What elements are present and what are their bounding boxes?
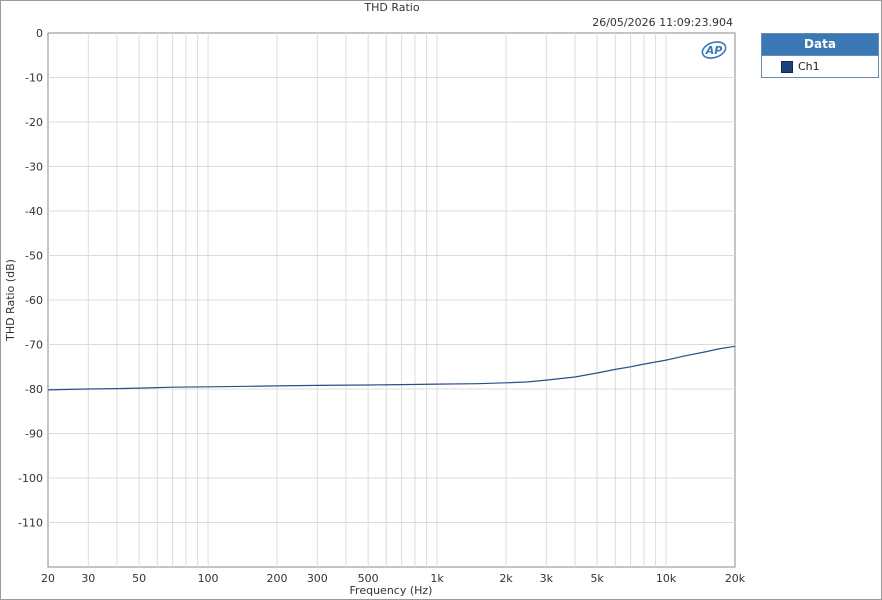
x-tick-label: 300 bbox=[307, 572, 328, 585]
legend-swatch bbox=[781, 60, 793, 73]
chart-svg: THD Ratio 26/05/2026 11:09:23.904 20 30 50… bbox=[4, 1, 746, 597]
y-tick-label: -70 bbox=[25, 339, 43, 352]
y-tick-label: -90 bbox=[25, 428, 43, 441]
y-tick-label: -50 bbox=[25, 250, 43, 263]
x-tick-label: 10k bbox=[656, 572, 677, 585]
y-tick-label: -110 bbox=[18, 517, 43, 530]
x-tick-label: 100 bbox=[198, 572, 219, 585]
legend-item-ch1[interactable]: Ch1 bbox=[762, 55, 878, 77]
y-tick-label: -30 bbox=[25, 161, 43, 174]
ap-logo-icon: AP bbox=[701, 41, 727, 59]
svg-text:AP: AP bbox=[705, 44, 723, 57]
x-tick-label: 200 bbox=[267, 572, 288, 585]
y-tick-label: -80 bbox=[25, 383, 43, 396]
y-tick-label: -100 bbox=[18, 472, 43, 485]
y-axis-label: THD Ratio (dB) bbox=[4, 259, 17, 342]
x-tick-label: 3k bbox=[540, 572, 554, 585]
y-tick-label: -10 bbox=[25, 72, 43, 85]
y-tick-label: -20 bbox=[25, 116, 43, 129]
y-tick-label: 0 bbox=[36, 27, 43, 40]
timestamp: 26/05/2026 11:09:23.904 bbox=[592, 16, 733, 29]
x-axis-label: Frequency (Hz) bbox=[350, 584, 433, 597]
legend-label: Ch1 bbox=[798, 60, 820, 73]
x-tick-label: 2k bbox=[499, 572, 513, 585]
x-tick-label: 30 bbox=[81, 572, 95, 585]
x-tick-label: 20k bbox=[725, 572, 746, 585]
chart-title: THD Ratio bbox=[363, 1, 419, 14]
legend: Data Ch1 bbox=[761, 33, 879, 78]
x-tick-label: 20 bbox=[41, 572, 55, 585]
legend-title: Data bbox=[762, 34, 878, 55]
y-tick-label: -60 bbox=[25, 294, 43, 307]
x-tick-label: 50 bbox=[132, 572, 146, 585]
x-tick-label: 5k bbox=[590, 572, 604, 585]
y-tick-label: -40 bbox=[25, 205, 43, 218]
